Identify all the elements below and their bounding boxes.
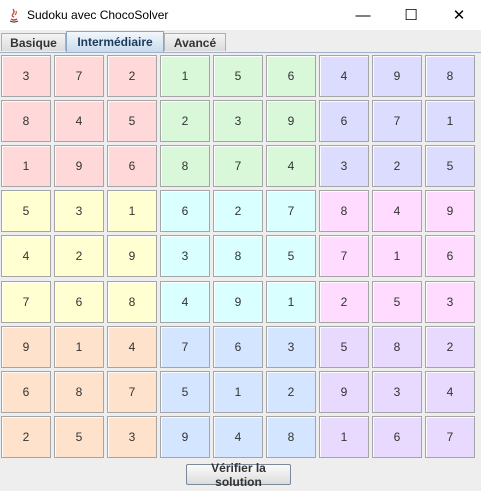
- sudoku-cell[interactable]: 6: [54, 280, 104, 323]
- sudoku-cell[interactable]: 1: [266, 280, 316, 323]
- tab-divider: [0, 52, 481, 53]
- sudoku-cell[interactable]: 5: [372, 280, 422, 323]
- sudoku-grid: 3721564988452396711968743255316278494293…: [1, 55, 479, 492]
- window-title: Sudoku avec ChocoSolver: [27, 8, 169, 22]
- sudoku-cell[interactable]: 9: [54, 145, 104, 188]
- sudoku-cell[interactable]: 5: [266, 235, 316, 278]
- sudoku-cell[interactable]: 3: [213, 100, 263, 143]
- sudoku-cell[interactable]: 8: [1, 100, 51, 143]
- sudoku-cell[interactable]: 7: [107, 370, 157, 413]
- sudoku-cell[interactable]: 3: [1, 55, 51, 97]
- sudoku-cell[interactable]: 5: [1, 190, 51, 233]
- sudoku-cell[interactable]: 9: [319, 370, 369, 413]
- sudoku-cell[interactable]: 5: [54, 415, 104, 458]
- sudoku-cell[interactable]: 2: [319, 280, 369, 323]
- sudoku-cell[interactable]: 3: [266, 325, 316, 368]
- sudoku-cell[interactable]: 3: [160, 235, 210, 278]
- sudoku-cell[interactable]: 8: [266, 415, 316, 458]
- sudoku-cell[interactable]: 9: [107, 235, 157, 278]
- sudoku-cell[interactable]: 3: [107, 415, 157, 458]
- button-bar: Vérifier la solution: [0, 460, 481, 491]
- sudoku-cell[interactable]: 4: [213, 415, 263, 458]
- sudoku-cell[interactable]: 7: [160, 325, 210, 368]
- sudoku-cell[interactable]: 9: [372, 55, 422, 97]
- sudoku-cell[interactable]: 5: [213, 55, 263, 97]
- sudoku-cell[interactable]: 1: [160, 55, 210, 97]
- sudoku-cell[interactable]: 1: [213, 370, 263, 413]
- verify-solution-button[interactable]: Vérifier la solution: [186, 461, 291, 489]
- sudoku-cell[interactable]: 5: [319, 325, 369, 368]
- close-button[interactable]: ✕: [436, 0, 481, 30]
- sudoku-cell[interactable]: 6: [425, 235, 475, 278]
- sudoku-cell[interactable]: 6: [107, 145, 157, 188]
- sudoku-cell[interactable]: 6: [213, 325, 263, 368]
- tab-pane: Basique Intermédiaire Avancé 37215649884…: [0, 30, 481, 491]
- sudoku-cell[interactable]: 4: [54, 100, 104, 143]
- close-icon: ✕: [452, 7, 466, 24]
- sudoku-cell[interactable]: 2: [213, 190, 263, 233]
- sudoku-cell[interactable]: 6: [372, 415, 422, 458]
- sudoku-cell[interactable]: 8: [425, 55, 475, 97]
- maximize-icon: ☐: [404, 7, 418, 24]
- sudoku-cell[interactable]: 2: [425, 325, 475, 368]
- sudoku-cell[interactable]: 1: [425, 100, 475, 143]
- sudoku-cell[interactable]: 3: [319, 145, 369, 188]
- sudoku-cell[interactable]: 4: [160, 280, 210, 323]
- sudoku-cell[interactable]: 8: [160, 145, 210, 188]
- minimize-button[interactable]: —: [340, 0, 386, 30]
- sudoku-cell[interactable]: 4: [107, 325, 157, 368]
- sudoku-cell[interactable]: 7: [1, 280, 51, 323]
- sudoku-cell[interactable]: 2: [266, 370, 316, 413]
- sudoku-cell[interactable]: 4: [319, 55, 369, 97]
- sudoku-cell[interactable]: 1: [372, 235, 422, 278]
- sudoku-cell[interactable]: 9: [266, 100, 316, 143]
- sudoku-cell[interactable]: 7: [372, 100, 422, 143]
- sudoku-cell[interactable]: 8: [213, 235, 263, 278]
- sudoku-cell[interactable]: 2: [160, 100, 210, 143]
- sudoku-cell[interactable]: 7: [54, 55, 104, 97]
- sudoku-cell[interactable]: 1: [107, 190, 157, 233]
- sudoku-cell[interactable]: 4: [372, 190, 422, 233]
- sudoku-cell[interactable]: 2: [107, 55, 157, 97]
- java-app-icon: [9, 8, 19, 23]
- sudoku-cell[interactable]: 6: [266, 55, 316, 97]
- sudoku-cell[interactable]: 6: [160, 190, 210, 233]
- sudoku-cell[interactable]: 1: [54, 325, 104, 368]
- sudoku-cell[interactable]: 5: [160, 370, 210, 413]
- sudoku-cell[interactable]: 3: [372, 370, 422, 413]
- tab-avance[interactable]: Avancé: [164, 33, 226, 51]
- sudoku-cell[interactable]: 8: [54, 370, 104, 413]
- sudoku-cell[interactable]: 8: [107, 280, 157, 323]
- sudoku-cell[interactable]: 7: [266, 190, 316, 233]
- sudoku-cell[interactable]: 9: [213, 280, 263, 323]
- sudoku-cell[interactable]: 1: [319, 415, 369, 458]
- sudoku-cell[interactable]: 7: [319, 235, 369, 278]
- sudoku-cell[interactable]: 4: [425, 370, 475, 413]
- sudoku-cell[interactable]: 5: [107, 100, 157, 143]
- sudoku-cell[interactable]: 9: [1, 325, 51, 368]
- sudoku-cell[interactable]: 3: [425, 280, 475, 323]
- title-bar: Sudoku avec ChocoSolver — ☐ ✕: [0, 0, 481, 31]
- sudoku-cell[interactable]: 6: [1, 370, 51, 413]
- sudoku-cell[interactable]: 3: [54, 190, 104, 233]
- sudoku-cell[interactable]: 4: [1, 235, 51, 278]
- tab-intermediaire[interactable]: Intermédiaire: [66, 31, 164, 52]
- sudoku-cell[interactable]: 8: [319, 190, 369, 233]
- sudoku-cell[interactable]: 2: [54, 235, 104, 278]
- sudoku-cell[interactable]: 5: [425, 145, 475, 188]
- minimize-icon: —: [355, 6, 371, 24]
- sudoku-cell[interactable]: 1: [1, 145, 51, 188]
- sudoku-cell[interactable]: 9: [425, 190, 475, 233]
- sudoku-cell[interactable]: 2: [372, 145, 422, 188]
- sudoku-cell[interactable]: 8: [372, 325, 422, 368]
- sudoku-cell[interactable]: 6: [319, 100, 369, 143]
- sudoku-cell[interactable]: 4: [266, 145, 316, 188]
- sudoku-cell[interactable]: 7: [213, 145, 263, 188]
- sudoku-cell[interactable]: 2: [1, 415, 51, 458]
- maximize-button[interactable]: ☐: [388, 0, 434, 30]
- sudoku-cell[interactable]: 7: [425, 415, 475, 458]
- tab-basique[interactable]: Basique: [1, 33, 66, 51]
- sudoku-cell[interactable]: 9: [160, 415, 210, 458]
